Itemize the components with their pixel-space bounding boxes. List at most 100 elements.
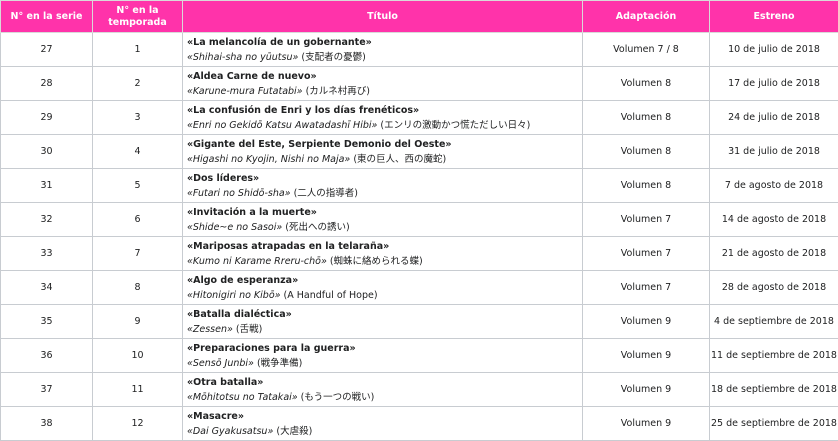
adaptation-cell: Volumen 8 [583, 67, 710, 101]
episode-original-title: «Mōhitotsu no Tatakai» (もう一つの戦い) [187, 390, 582, 405]
title-cell: «Invitación a la muerte» «Shide~e no Sas… [183, 203, 583, 237]
table-row: 37 11 «Otra batalla» «Mōhitotsu no Tatak… [1, 373, 838, 407]
series-number-cell: 35 [1, 305, 93, 339]
episode-native-title: (支配者の憂鬱) [301, 52, 365, 63]
episode-native-title: (大虐殺) [276, 426, 312, 437]
series-number-cell: 30 [1, 135, 93, 169]
title-cell: «La confusión de Enri y los días frenéti… [183, 101, 583, 135]
episode-title: «Masacre» [187, 409, 582, 424]
episode-romaji: «Shide~e no Sasoi» [187, 222, 282, 233]
series-number-cell: 29 [1, 101, 93, 135]
adaptation-cell: Volumen 8 [583, 101, 710, 135]
episode-native-title: (カルネ村再び) [306, 86, 370, 97]
series-number-cell: 33 [1, 237, 93, 271]
adaptation-cell: Volumen 8 [583, 169, 710, 203]
season-number-cell: 6 [93, 203, 183, 237]
episode-romaji: «Enri no Gekidō Katsu Awatadashī Hibi» [187, 120, 377, 131]
episode-original-title: «Futari no Shidō-sha» (二人の指導者) [187, 186, 582, 201]
season-number-cell: 3 [93, 101, 183, 135]
table-row: 27 1 «La melancolía de un gobernante» «S… [1, 33, 838, 67]
premiere-cell: 21 de agosto de 2018 [710, 237, 838, 271]
table-row: 33 7 «Mariposas atrapadas en la telaraña… [1, 237, 838, 271]
table-header-row: N° en la serie N° en la temporada Título… [1, 1, 838, 33]
episode-romaji: «Higashi no Kyojin, Nishi no Maja» [187, 154, 350, 165]
episode-romaji: «Mōhitotsu no Tatakai» [187, 392, 298, 403]
table-row: 28 2 «Aldea Carne de nuevo» «Karune-mura… [1, 67, 838, 101]
episode-native-title: (もう一つの戦い) [301, 392, 375, 403]
series-number-cell: 31 [1, 169, 93, 203]
episode-title: «Algo de esperanza» [187, 273, 582, 288]
episode-title: «Batalla dialéctica» [187, 307, 582, 322]
episode-title: «Invitación a la muerte» [187, 205, 582, 220]
episode-title: «Otra batalla» [187, 375, 582, 390]
episode-native-title: (死出への誘い) [285, 222, 349, 233]
episode-original-title: «Hitonigiri no Kibō» (A Handful of Hope) [187, 288, 582, 303]
header-premiere[interactable]: Estreno [710, 1, 838, 33]
premiere-cell: 11 de septiembre de 2018 [710, 339, 838, 373]
episode-native-title: (舌戦) [236, 324, 262, 335]
series-number-cell: 36 [1, 339, 93, 373]
episode-title: «Aldea Carne de nuevo» [187, 69, 582, 84]
series-number-cell: 27 [1, 33, 93, 67]
title-cell: «Mariposas atrapadas en la telaraña» «Ku… [183, 237, 583, 271]
episode-native-title: (エンリの激動かつ慌ただしい日々) [380, 120, 530, 131]
adaptation-cell: Volumen 7 / 8 [583, 33, 710, 67]
adaptation-cell: Volumen 7 [583, 271, 710, 305]
episode-title: «Mariposas atrapadas en la telaraña» [187, 239, 582, 254]
premiere-cell: 18 de septiembre de 2018 [710, 373, 838, 407]
episode-romaji: «Sensō Junbi» [187, 358, 254, 369]
episode-title: «La melancolía de un gobernante» [187, 35, 582, 50]
series-number-cell: 38 [1, 407, 93, 441]
header-title[interactable]: Título [183, 1, 583, 33]
title-cell: «Otra batalla» «Mōhitotsu no Tatakai» (も… [183, 373, 583, 407]
episode-romaji: «Futari no Shidō-sha» [187, 188, 291, 199]
adaptation-cell: Volumen 9 [583, 339, 710, 373]
adaptation-cell: Volumen 7 [583, 237, 710, 271]
episode-original-title: «Karune-mura Futatabi» (カルネ村再び) [187, 84, 582, 99]
title-cell: «Preparaciones para la guerra» «Sensō Ju… [183, 339, 583, 373]
series-number-cell: 37 [1, 373, 93, 407]
table-row: 38 12 «Masacre» «Dai Gyakusatsu» (大虐殺) V… [1, 407, 838, 441]
adaptation-cell: Volumen 7 [583, 203, 710, 237]
table-row: 35 9 «Batalla dialéctica» «Zessen» (舌戦) … [1, 305, 838, 339]
title-cell: «Dos líderes» «Futari no Shidō-sha» (二人の… [183, 169, 583, 203]
title-cell: «Masacre» «Dai Gyakusatsu» (大虐殺) [183, 407, 583, 441]
premiere-cell: 31 de julio de 2018 [710, 135, 838, 169]
episode-title: «Dos líderes» [187, 171, 582, 186]
adaptation-cell: Volumen 9 [583, 305, 710, 339]
premiere-cell: 24 de julio de 2018 [710, 101, 838, 135]
adaptation-cell: Volumen 9 [583, 373, 710, 407]
episode-original-title: «Shihai-sha no yūutsu» (支配者の憂鬱) [187, 50, 582, 65]
episode-native-title: (A Handful of Hope) [284, 290, 378, 301]
title-cell: «Gigante del Este, Serpiente Demonio del… [183, 135, 583, 169]
premiere-cell: 7 de agosto de 2018 [710, 169, 838, 203]
header-adaptation[interactable]: Adaptación [583, 1, 710, 33]
episode-original-title: «Dai Gyakusatsu» (大虐殺) [187, 424, 582, 439]
episode-rows: 27 1 «La melancolía de un gobernante» «S… [1, 33, 838, 441]
header-season-number[interactable]: N° en la temporada [93, 1, 183, 33]
table-row: 34 8 «Algo de esperanza» «Hitonigiri no … [1, 271, 838, 305]
season-number-cell: 9 [93, 305, 183, 339]
series-number-cell: 32 [1, 203, 93, 237]
episode-original-title: «Enri no Gekidō Katsu Awatadashī Hibi» (… [187, 118, 582, 133]
episode-original-title: «Kumo ni Karame Rreru-chō» (蜘蛛に絡められる蝶) [187, 254, 582, 269]
premiere-cell: 14 de agosto de 2018 [710, 203, 838, 237]
episode-native-title: (二人の指導者) [294, 188, 358, 199]
series-number-cell: 28 [1, 67, 93, 101]
premiere-cell: 25 de septiembre de 2018 [710, 407, 838, 441]
series-number-cell: 34 [1, 271, 93, 305]
table-row: 36 10 «Preparaciones para la guerra» «Se… [1, 339, 838, 373]
season-number-cell: 4 [93, 135, 183, 169]
episode-original-title: «Sensō Junbi» (戦争準備) [187, 356, 582, 371]
season-number-cell: 5 [93, 169, 183, 203]
header-series-number[interactable]: N° en la serie [1, 1, 93, 33]
episode-romaji: «Zessen» [187, 324, 233, 335]
episode-title: «Gigante del Este, Serpiente Demonio del… [187, 137, 582, 152]
premiere-cell: 10 de julio de 2018 [710, 33, 838, 67]
season-number-cell: 12 [93, 407, 183, 441]
premiere-cell: 17 de julio de 2018 [710, 67, 838, 101]
table-row: 29 3 «La confusión de Enri y los días fr… [1, 101, 838, 135]
season-number-cell: 2 [93, 67, 183, 101]
title-cell: «Batalla dialéctica» «Zessen» (舌戦) [183, 305, 583, 339]
season-number-cell: 7 [93, 237, 183, 271]
